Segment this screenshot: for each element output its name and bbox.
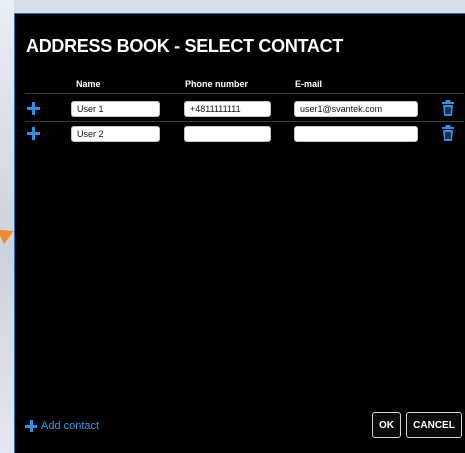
column-header-email: E-mail [295,79,323,89]
trash-icon[interactable] [442,125,454,141]
email-field[interactable] [294,101,418,117]
email-field[interactable] [294,126,418,142]
table-row [15,98,465,120]
dialog-title: ADDRESS BOOK - SELECT CONTACT [26,36,343,56]
name-field[interactable] [71,101,160,117]
cancel-button[interactable]: CANCEL [406,412,462,438]
ok-button[interactable]: OK [372,412,401,438]
add-contact-link[interactable]: Add contact [25,418,99,434]
trash-icon[interactable] [442,100,454,116]
phone-field[interactable] [184,101,271,117]
header-divider [25,93,464,94]
address-book-dialog: ADDRESS BOOK - SELECT CONTACT Name Phone… [14,13,465,453]
plus-icon [25,420,37,432]
table-row [15,123,465,145]
plus-icon[interactable] [27,102,40,115]
column-header-phone: Phone number [185,79,249,89]
column-header-name: Name [76,79,101,89]
row-divider [25,121,464,122]
plus-icon[interactable] [27,127,40,140]
phone-field[interactable] [184,126,271,142]
name-field[interactable] [71,126,160,142]
add-contact-label: Add contact [41,420,100,432]
